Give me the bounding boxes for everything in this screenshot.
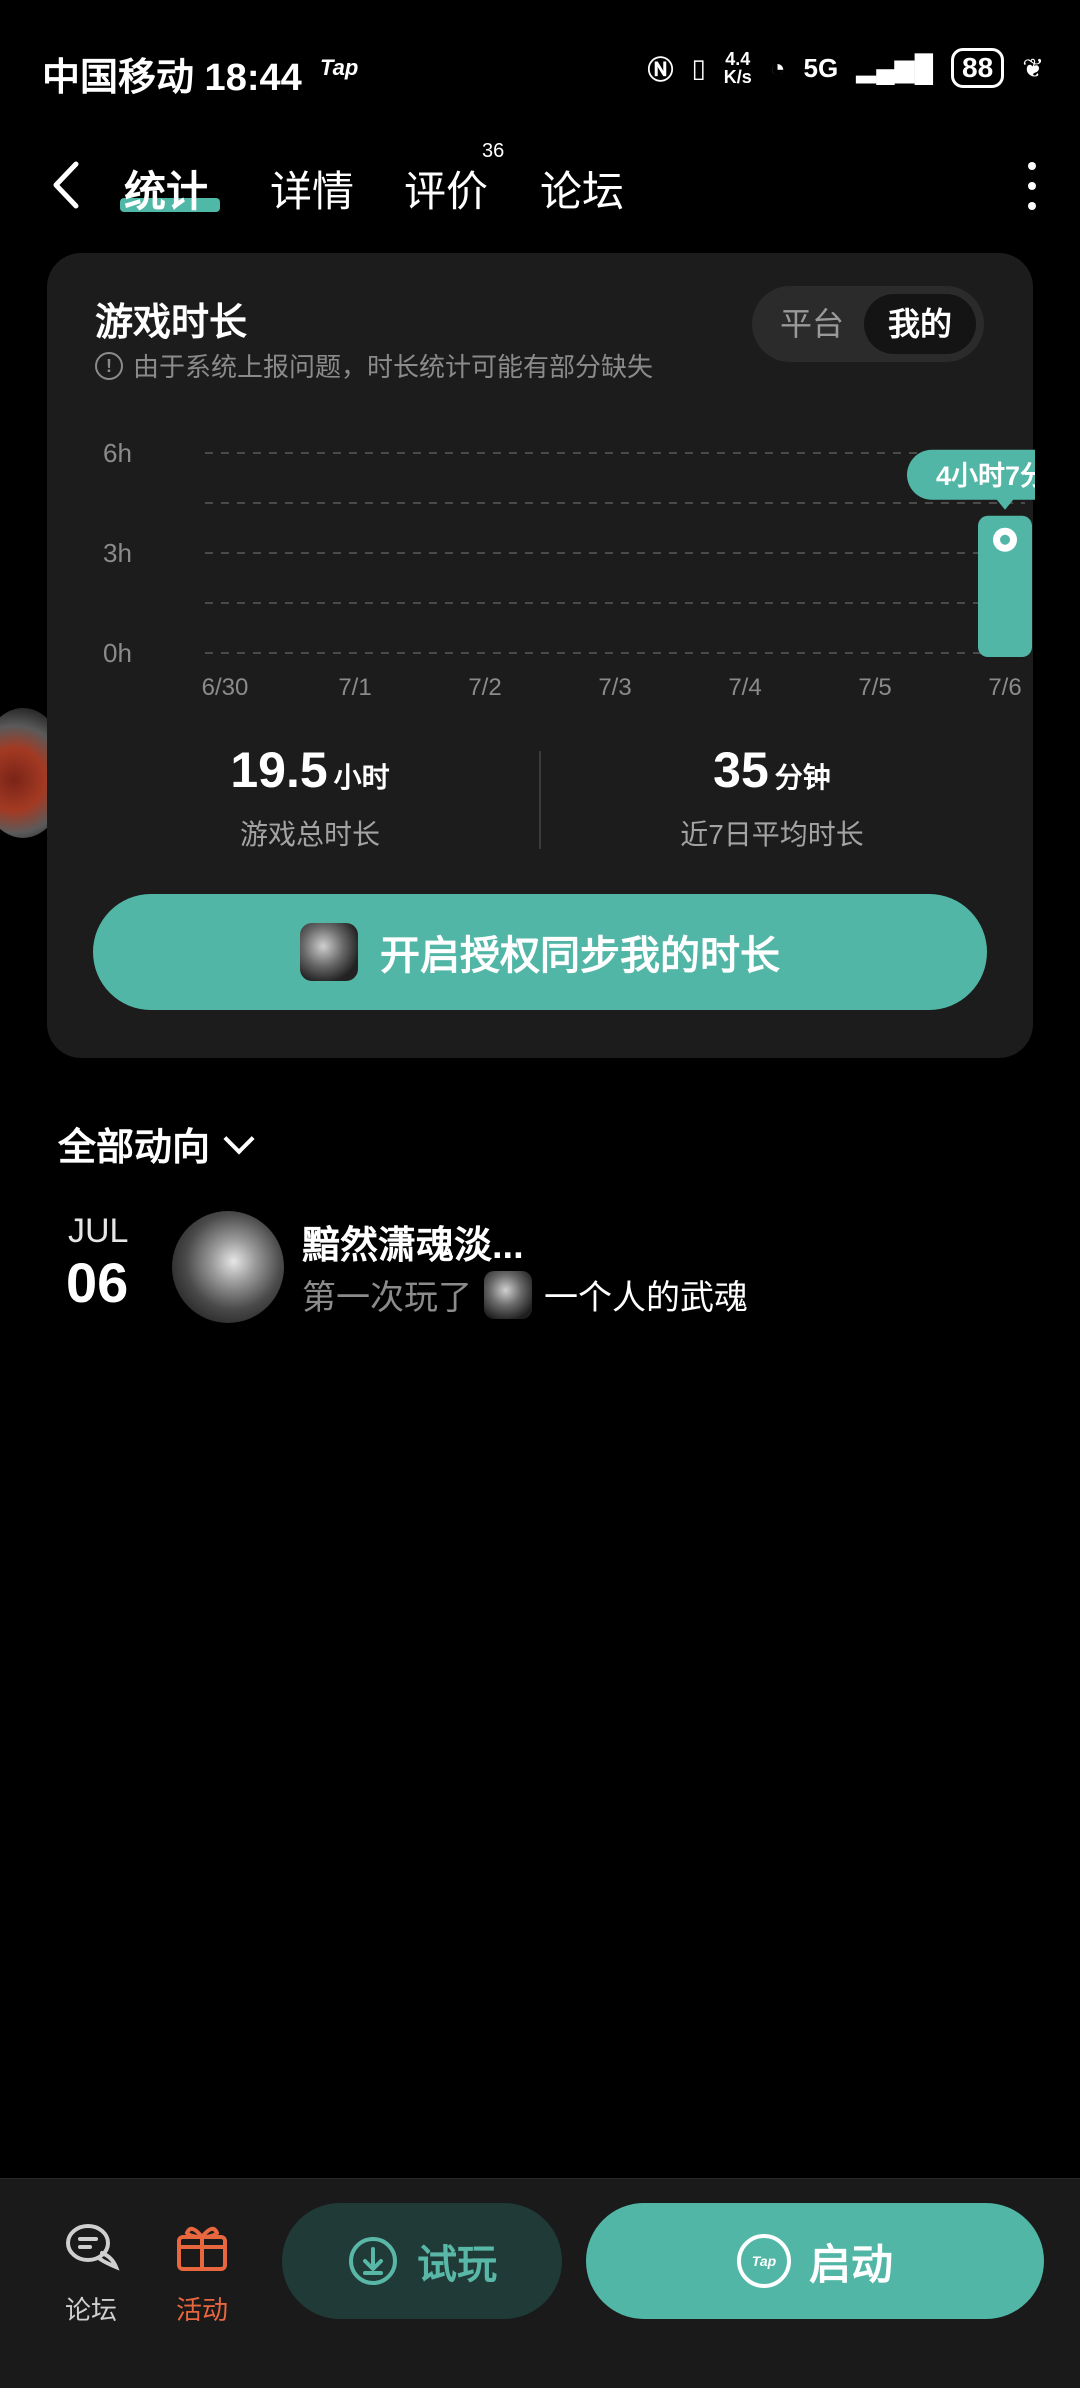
feed-item-username[interactable]: 黯然潇魂淡... [302,1214,524,1269]
tab-stats[interactable]: 统计 [124,158,208,219]
bar-marker-dot [1000,534,1010,545]
stat-average-label: 近7日平均时长 [680,819,864,850]
signal-label: 5G [803,52,839,83]
avatar[interactable] [172,1211,284,1323]
trial-button[interactable]: 试玩 [282,2203,562,2319]
x-tick-label: 7/2 [468,674,501,701]
tap-logo-icon: Tap [736,2234,791,2288]
launch-label: 启动 [808,2240,893,2288]
activity-game-name[interactable]: 一个人的武魂 [544,1270,748,1319]
y-tick-label: 3h [103,538,132,568]
stat-total-label: 游戏总时长 [239,819,380,850]
activity-prefix: 第一次玩了 [302,1279,472,1317]
tab-reviews[interactable]: 评价 [404,158,488,219]
chart-tooltip-pointer [996,498,1014,510]
bottom-forum-label: 论坛 [64,2295,117,2325]
scope-toggle: 平台 我的 [752,286,984,362]
top-nav: 统计 详情 评价 36 论坛 [0,140,1080,230]
feed-title: 全部动向 [58,1127,211,1169]
sync-button-label: 开启授权同步我的时长 [380,934,780,978]
y-tick-label: 0h [103,638,132,668]
x-tick-label: 6/30 [202,674,249,701]
x-tick-label: 7/1 [338,674,371,701]
tab-details[interactable]: 详情 [270,158,354,219]
x-tick-label: 7/4 [728,674,761,701]
more-menu-icon[interactable] [1028,162,1040,222]
stat-average-number: 35 [713,742,769,798]
playtime-chart: 0h 3h 6h 6/30 7/1 7/2 7/3 7/4 7/5 7/6 4小时7分钟 [103,438,1035,701]
playtime-card: 游戏时长 ! 由于系统上报问题，时长统计可能有部分缺失 平台 我的 0h 3h 6h… [47,253,1035,1058]
feed-item-activity: 第一次玩了 一个人的武魂 [302,1270,748,1319]
nfc-icon: Ⓝ [647,54,674,85]
tap-notification-icon: Tap [320,55,359,80]
info-icon: ! [95,351,123,380]
bottom-activity[interactable]: 活动 [157,2219,247,2327]
stats-divider [539,751,541,849]
tab-forum[interactable]: 论坛 [540,158,624,219]
reviews-count-badge: 36 [482,140,505,162]
stat-total-unit: 小时 [333,762,390,793]
bottom-action-bar: 论坛 活动 试玩 Tap 启动 [0,2178,1080,2388]
game-thumbnail-icon [484,1270,532,1319]
status-bar: 中国移动 18:44 Tap Ⓝ ▯ 4.4 K/s ◔ 5G ▂▄▆█ 88 … [0,0,1080,130]
status-icons: Ⓝ ▯ 4.4 K/s ◔ 5G ▂▄▆█ 88 ❦ [647,48,1044,88]
bottom-activity-label: 活动 [175,2295,228,2325]
gift-icon [177,2226,227,2271]
card-title: 游戏时长 [95,302,248,344]
feed-item-month: JUL [68,1212,129,1250]
download-circle-icon [349,2237,397,2285]
x-tick-label: 7/5 [858,674,891,701]
chart-tooltip-text: 4小时7分钟 [936,461,1035,491]
x-tick-label: 7/6 [988,674,1021,701]
chevron-down-icon [223,1122,255,1155]
stat-total: 19.5 小时 游戏总时长 [85,741,535,853]
y-tick-label: 6h [103,438,132,468]
x-tick-label: 7/3 [598,674,631,701]
network-speed: 4.4 K/s [724,50,752,86]
trial-label: 试玩 [417,2243,497,2287]
card-note: ! 由于系统上报问题，时长统计可能有部分缺失 [95,347,653,384]
back-arrow-icon[interactable] [48,160,88,210]
toggle-platform[interactable]: 平台 [772,294,852,354]
vibrate-icon: ▯ [691,52,706,83]
speed-value: 4.4 [725,49,751,69]
chat-bubble-icon [66,2224,120,2271]
carrier-time: 中国移动 18:44 [42,57,302,99]
toggle-mine[interactable]: 我的 [864,294,976,354]
wifi-icon: ◔ [769,52,786,83]
game-thumbnail-icon [300,923,358,981]
stat-average-unit: 分钟 [774,762,831,793]
bottom-forum[interactable]: 论坛 [46,2219,136,2327]
speed-unit: K/s [723,67,752,87]
launch-button[interactable]: Tap 启动 [586,2203,1044,2319]
feed-filter-dropdown[interactable]: 全部动向 [58,1116,255,1171]
signal-icon: ▂▄▆█ [856,52,934,83]
battery-indicator: 88 [951,48,1005,88]
card-note-text: 由于系统上报问题，时长统计可能有部分缺失 [133,352,654,382]
feed-item-day: 06 [66,1251,129,1314]
sync-playtime-button[interactable]: 开启授权同步我的时长 [93,894,987,1010]
leaf-icon: ❦ [1022,52,1044,83]
stat-total-number: 19.5 [230,742,328,798]
stat-average: 35 分钟 近7日平均时长 [547,741,997,853]
